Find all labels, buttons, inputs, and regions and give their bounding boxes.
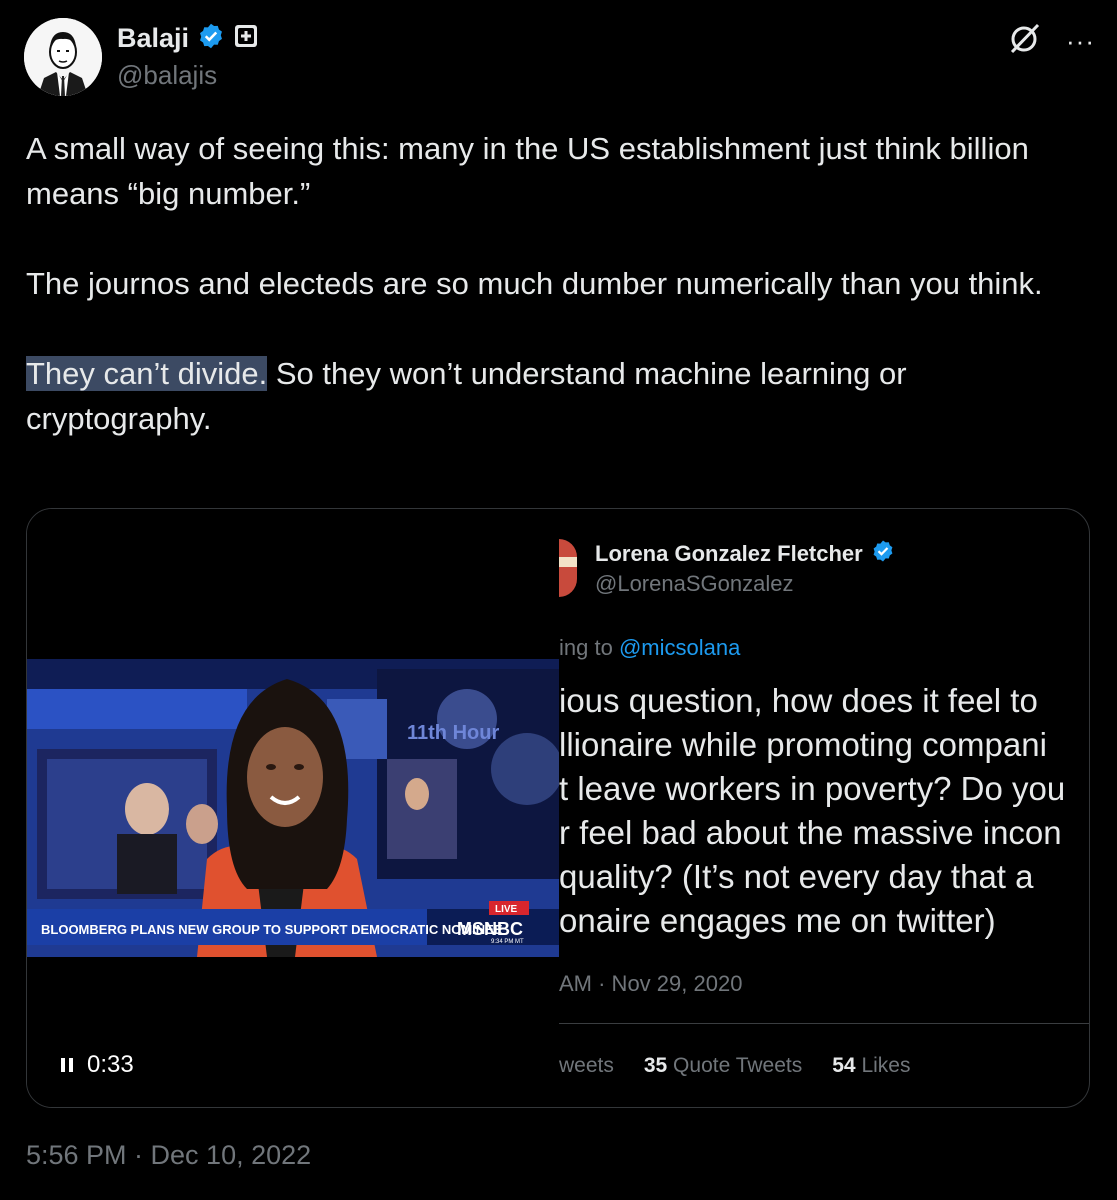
tweet-text: A small way of seeing this: many in the …	[26, 126, 1086, 441]
replying-prefix: ing to	[559, 635, 619, 660]
broadcast-clock: 9:34 PM MT	[491, 939, 524, 945]
more-icon[interactable]: ···	[1066, 28, 1095, 54]
quoted-line: llionaire while promoting compani	[559, 726, 1047, 763]
highlighted-text: They can’t divide.	[26, 356, 268, 391]
quoted-tweet-screenshot: Lorena Gonzalez Fletcher @LorenaSGonzale…	[559, 509, 1089, 1107]
reply-mention: @micsolana	[618, 635, 741, 660]
quoted-avatar	[559, 539, 577, 597]
media-card[interactable]: Lorena Gonzalez Fletcher @LorenaSGonzale…	[26, 508, 1090, 1108]
show-logo: 11th Hour	[407, 722, 499, 744]
quote-label: Quote Tweets	[667, 1054, 803, 1077]
video-controls: 0:33	[61, 1051, 134, 1079]
quote-tweets-stat: 35 Quote Tweets	[644, 1054, 802, 1078]
video-frame[interactable]: BLOOMBERG PLANS NEW GROUP TO SUPPORT DEM…	[27, 659, 559, 957]
quoted-author-name: Lorena Gonzalez Fletcher	[595, 540, 863, 566]
quoted-line: t leave workers in poverty? Do you	[559, 770, 1066, 807]
header-actions: ···	[1006, 20, 1095, 61]
author-avatar[interactable]	[24, 18, 102, 96]
grok-icon[interactable]	[1006, 20, 1042, 61]
tweet-paragraph: The journos and electeds are so much dum…	[26, 266, 1043, 301]
likes-label: Likes	[855, 1054, 911, 1077]
likes-stat: 54 Likes	[832, 1054, 910, 1078]
quoted-author-handle: @LorenaSGonzalez	[595, 571, 794, 596]
replying-to: ing to @micsolana	[559, 635, 740, 661]
quote-count: 35	[643, 1054, 668, 1077]
quoted-line: onaire engages me on twitter)	[559, 902, 996, 939]
quoted-line: r feel bad about the massive incon	[559, 814, 1062, 851]
live-label: LIVE	[495, 904, 518, 915]
tweet-paragraph: A small way of seeing this: many in the …	[26, 131, 1029, 211]
quoted-body: ious question, how does it feel to llion…	[559, 679, 1089, 943]
retweets-stat: weets	[559, 1054, 614, 1077]
likes-count: 54	[832, 1054, 856, 1077]
tweet-timestamp[interactable]: 5:56 PM · Dec 10, 2022	[26, 1140, 311, 1171]
divider	[559, 1023, 1089, 1024]
author-name-row: Balaji	[117, 22, 259, 55]
verified-badge-icon	[871, 539, 895, 568]
video-player[interactable]: BLOOMBERG PLANS NEW GROUP TO SUPPORT DEM…	[27, 509, 559, 1107]
affiliate-badge-icon[interactable]	[233, 23, 259, 54]
quoted-stats: weets 35 Quote Tweets 54 Likes	[559, 1054, 910, 1078]
quoted-timestamp: AM · Nov 29, 2020	[559, 971, 743, 996]
quoted-name-row: Lorena Gonzalez Fletcher	[595, 539, 895, 568]
network-logo: MSNBC	[457, 919, 523, 939]
quoted-line: quality? (It’s not every day that a	[559, 858, 1034, 895]
pause-icon[interactable]	[61, 1058, 73, 1072]
quoted-line: ious question, how does it feel to	[559, 682, 1038, 719]
tweet-header: Balaji @balajis ···	[0, 0, 1117, 110]
tweet-paragraph: They can’t divide. So they won’t underst…	[26, 351, 1086, 441]
video-elapsed: 0:33	[87, 1051, 134, 1078]
author-handle[interactable]: @balajis	[117, 60, 217, 91]
author-name[interactable]: Balaji	[117, 23, 189, 54]
verified-badge-icon	[197, 22, 225, 55]
chyron-text: BLOOMBERG PLANS NEW GROUP TO SUPPORT DEM…	[41, 922, 503, 937]
